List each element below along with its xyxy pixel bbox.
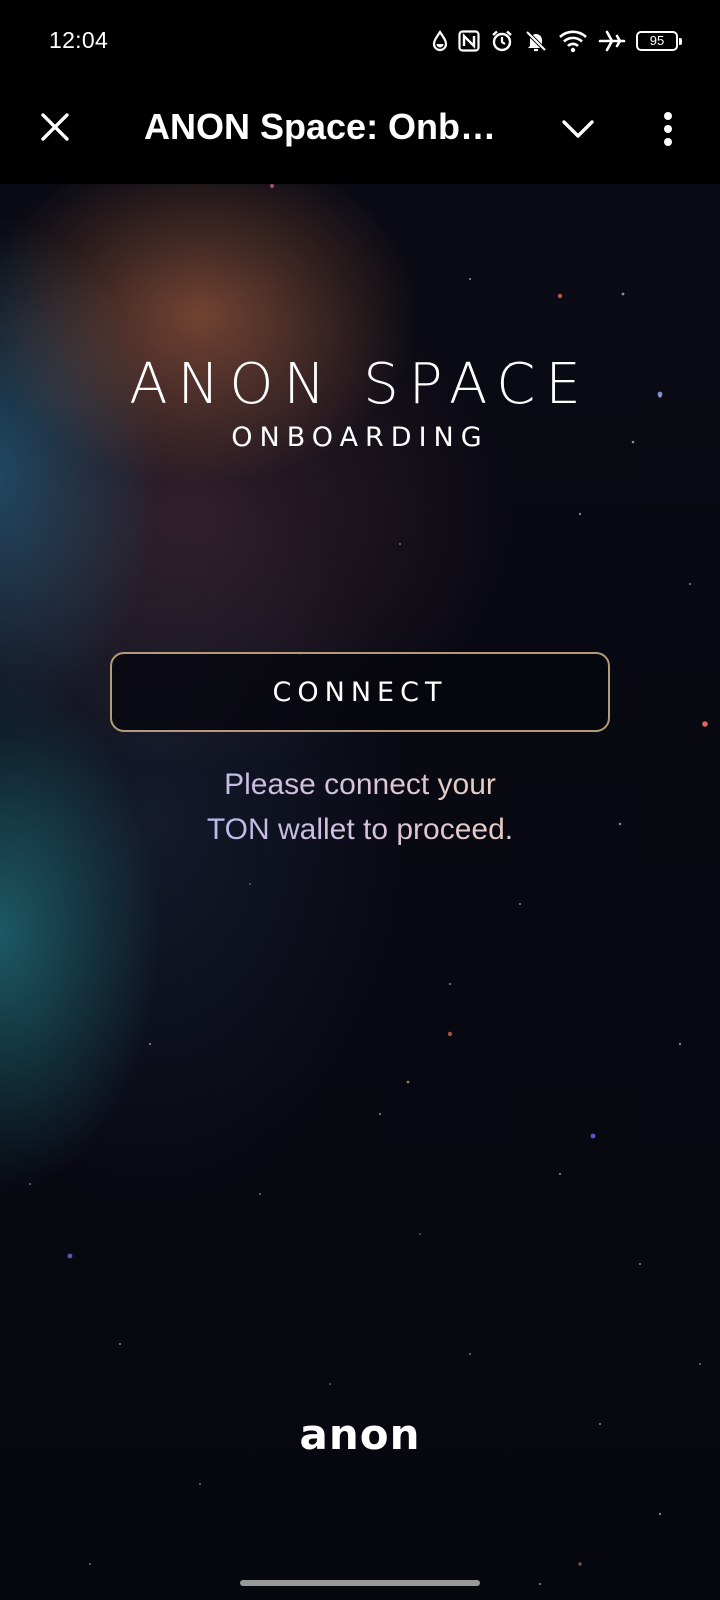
status-bar: 12:04 95 <box>0 0 720 82</box>
brand-subtitle: ONBOARDING <box>231 422 489 453</box>
alarm-icon <box>490 29 514 53</box>
bell-off-icon <box>524 29 548 53</box>
anon-logo: anon <box>299 1410 421 1459</box>
more-vert-icon <box>664 112 672 146</box>
drop-icon <box>432 30 448 52</box>
page-title: ANON Space: Onb… <box>144 106 497 147</box>
connect-hint: Please connect your TON wallet to procee… <box>120 762 600 852</box>
hint-line-1: Please connect your <box>120 762 600 807</box>
close-icon <box>41 113 69 141</box>
status-icons: 95 <box>432 26 682 56</box>
status-time: 12:04 <box>49 27 109 53</box>
app-bar: ANON Space: Onb… <box>0 82 720 184</box>
wifi-icon <box>558 29 588 53</box>
battery-level: 95 <box>649 33 665 48</box>
collapse-button[interactable] <box>553 104 603 154</box>
airplane-icon <box>598 29 626 53</box>
hint-line-2: TON wallet to proceed. <box>120 807 600 852</box>
home-indicator[interactable] <box>240 1580 480 1586</box>
more-options-button[interactable] <box>648 104 688 154</box>
chevron-down-icon <box>562 120 594 138</box>
connect-button[interactable]: CONNECT <box>110 652 610 732</box>
brand-title: ANON SPACE <box>129 352 591 417</box>
web-content[interactable]: ANON SPACE ONBOARDING CONNECT Please con… <box>0 184 720 1600</box>
battery-icon: 95 <box>636 31 682 51</box>
nfc-icon <box>458 30 480 52</box>
close-button[interactable] <box>30 102 80 152</box>
